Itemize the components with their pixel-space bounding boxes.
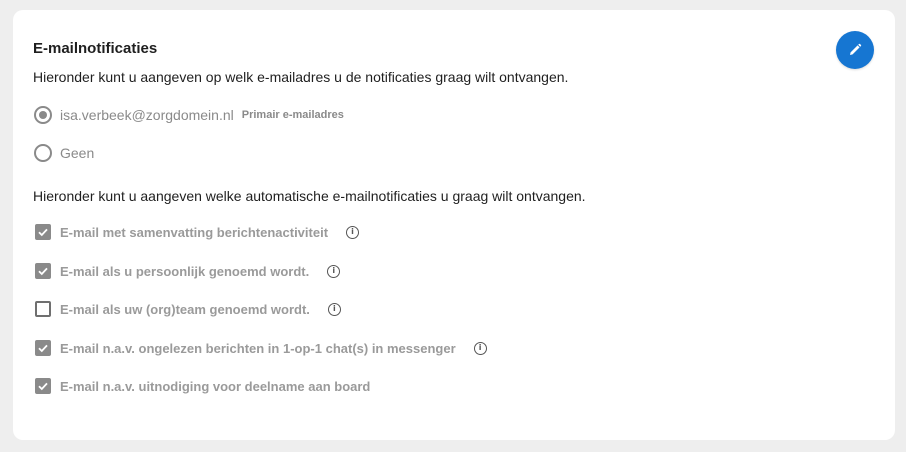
checkmark-icon <box>38 382 48 391</box>
email-option-none[interactable]: Geen <box>34 143 94 163</box>
info-icon[interactable]: i <box>327 302 341 316</box>
pencil-icon <box>850 43 862 55</box>
notification-option-board-invite[interactable]: E-mail n.a.v. uitnodiging voor deelname … <box>35 376 370 396</box>
info-icon[interactable]: i <box>346 225 360 239</box>
notification-label: E-mail n.a.v. ongelezen berichten in 1-o… <box>60 340 456 356</box>
checkmark-icon <box>38 267 48 276</box>
notification-label: E-mail met samenvatting berichtenactivit… <box>60 224 329 240</box>
radio-unselected[interactable] <box>34 144 52 162</box>
notification-label: E-mail als uw (org)team genoemd wordt. <box>60 301 310 317</box>
notification-option-team[interactable]: E-mail als uw (org)team genoemd wordt. i <box>35 299 341 319</box>
checkbox-unchecked[interactable] <box>35 301 51 317</box>
info-icon[interactable]: i <box>473 341 487 355</box>
notification-option-unread-chat[interactable]: E-mail n.a.v. ongelezen berichten in 1-o… <box>35 338 487 358</box>
email-option-primary[interactable]: isa.verbeek@zorgdomein.nl Primair e-mail… <box>34 105 344 125</box>
section-title: E-mailnotificaties <box>33 40 158 57</box>
edit-button[interactable] <box>836 31 874 69</box>
radio-selected[interactable] <box>34 106 52 124</box>
notification-label: E-mail n.a.v. uitnodiging voor deelname … <box>60 378 371 394</box>
email-description: Hieronder kunt u aangeven op welk e-mail… <box>33 69 569 85</box>
primary-email-badge: Primair e-mailadres <box>241 109 344 121</box>
notifications-description: Hieronder kunt u aangeven welke automati… <box>33 188 586 204</box>
checkbox-checked[interactable] <box>35 263 51 279</box>
email-option-label: Geen <box>60 145 95 161</box>
email-notifications-card: E-mailnotificaties Hieronder kunt u aang… <box>13 10 895 440</box>
notification-label: E-mail als u persoonlijk genoemd wordt. <box>60 263 310 279</box>
checkbox-checked[interactable] <box>35 340 51 356</box>
email-option-label: isa.verbeek@zorgdomein.nl <box>60 107 234 123</box>
checkbox-checked[interactable] <box>35 378 51 394</box>
info-icon[interactable]: i <box>327 264 341 278</box>
notification-option-summary[interactable]: E-mail met samenvatting berichtenactivit… <box>35 222 360 242</box>
checkmark-icon <box>38 228 48 237</box>
checkmark-icon <box>38 344 48 353</box>
checkbox-checked[interactable] <box>35 224 51 240</box>
notification-option-mentioned[interactable]: E-mail als u persoonlijk genoemd wordt. … <box>35 261 341 281</box>
